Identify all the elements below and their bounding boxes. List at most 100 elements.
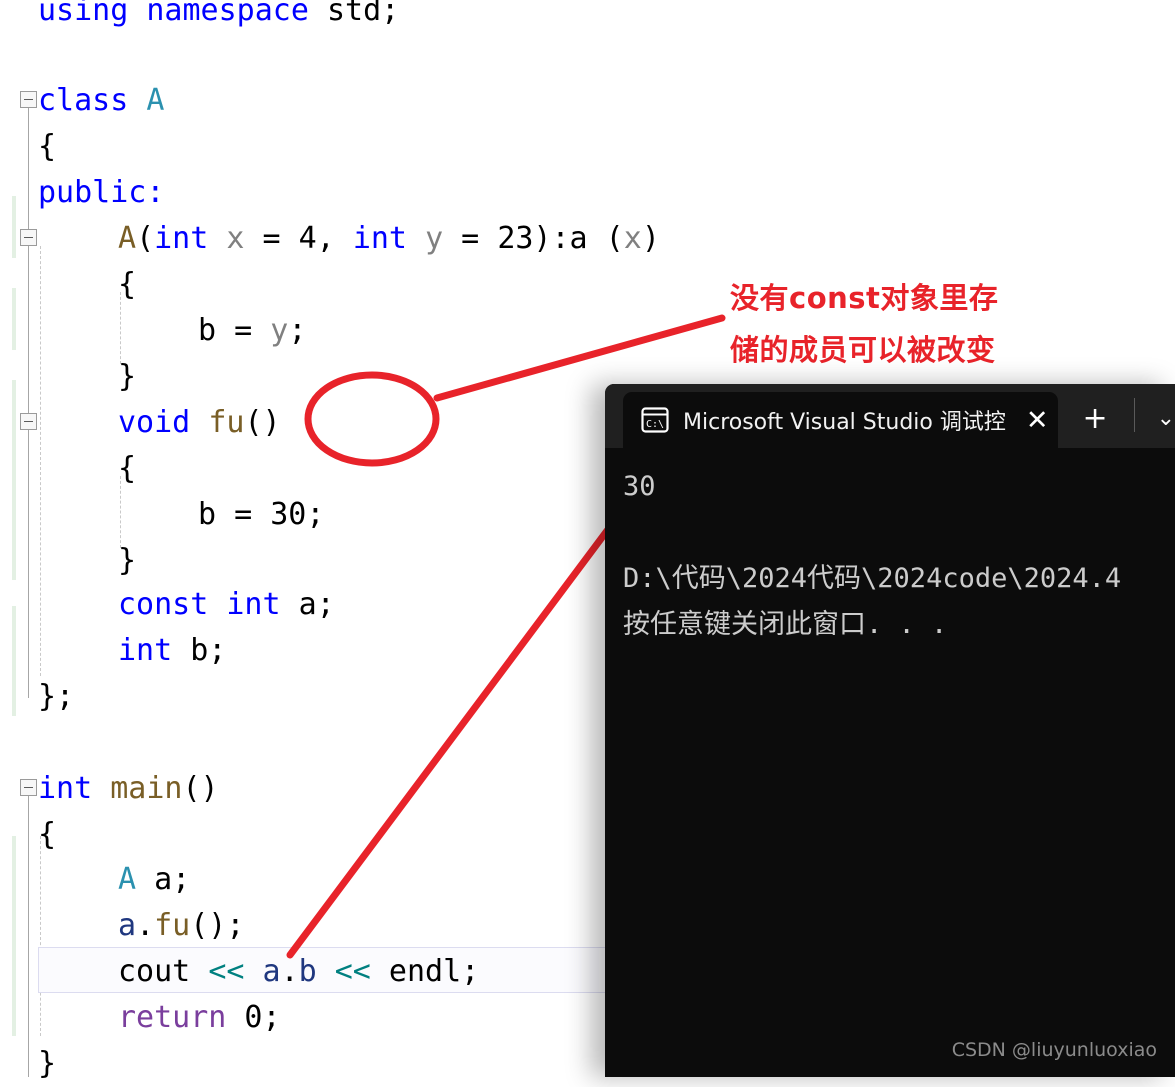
code-token: (); — [190, 908, 245, 943]
tab-bar-divider — [1133, 398, 1135, 432]
indent-guide-class-body — [40, 246, 41, 676]
code-token: int — [118, 633, 173, 668]
code-token: ; — [288, 313, 307, 348]
fold-guide-main — [28, 796, 29, 1077]
code-token: A — [146, 83, 165, 118]
code-line[interactable]: using namespace std; — [38, 0, 399, 34]
terminal-output-line: 按任意键关闭此窗口. . . — [623, 609, 948, 640]
code-token: { — [118, 267, 137, 302]
code-token: = — [443, 221, 498, 256]
code-token: int — [226, 587, 281, 622]
code-token: x — [226, 221, 245, 256]
code-token: () — [182, 771, 219, 806]
command-prompt-icon: C:\ — [641, 407, 669, 433]
code-token: y — [425, 221, 444, 256]
code-token: b — [298, 954, 317, 989]
code-token: { — [38, 817, 57, 852]
change-bar — [12, 288, 16, 350]
code-token: } — [118, 359, 137, 394]
terminal-tab[interactable]: C:\ Microsoft Visual Studio 调试控 ✕ — [623, 392, 1059, 448]
annotation-line-2: 储的成员可以被改变 — [730, 333, 996, 367]
code-token: }; — [38, 679, 75, 714]
code-line[interactable]: } — [118, 538, 136, 584]
fold-marker-constructor[interactable] — [20, 229, 37, 246]
code-token: fu — [208, 405, 245, 440]
watermark: CSDN @liuyunluoxiao — [951, 1039, 1157, 1061]
change-bar — [12, 380, 16, 580]
code-line[interactable]: } — [118, 354, 136, 400]
code-token: . — [280, 954, 299, 989]
code-token: x — [623, 221, 642, 256]
new-tab-button[interactable]: + — [1082, 404, 1107, 434]
code-line[interactable]: { — [118, 262, 136, 308]
code-token: ) — [641, 221, 660, 256]
code-token: public: — [38, 175, 165, 210]
code-token: void — [118, 405, 191, 440]
code-token: a; — [280, 587, 335, 622]
code-token: using — [38, 0, 129, 28]
code-line[interactable]: { — [38, 124, 56, 170]
code-line[interactable]: void fu() — [118, 400, 281, 446]
terminal-output-line: D:\代码\2024代码\2024code\2024.4 — [623, 563, 1122, 594]
code-line[interactable]: cout << a.b << endl; — [118, 949, 479, 995]
code-line[interactable]: A a; — [118, 857, 190, 903]
fold-marker-main[interactable] — [20, 779, 37, 796]
code-token: int — [38, 771, 93, 806]
code-token: b = — [198, 313, 271, 348]
code-token: main — [110, 771, 183, 806]
terminal-window[interactable]: C:\ Microsoft Visual Studio 调试控 ✕ + ⌄ 30… — [605, 384, 1175, 1077]
change-bar — [12, 196, 16, 258]
code-token: const — [118, 587, 209, 622]
code-line[interactable]: public: — [38, 170, 164, 216]
code-line[interactable]: int b; — [118, 628, 226, 674]
code-token: { — [38, 129, 57, 164]
code-token: = — [244, 221, 299, 256]
terminal-tab-bar[interactable]: C:\ Microsoft Visual Studio 调试控 ✕ + ⌄ — [605, 384, 1175, 448]
code-line[interactable]: class A — [38, 78, 164, 124]
svg-text:C:\: C:\ — [646, 419, 664, 430]
code-token: A — [118, 862, 137, 897]
code-token: . — [136, 908, 155, 943]
annotation-text: 没有const对象里存 储的成员可以被改变 — [730, 272, 1060, 376]
code-line[interactable]: }; — [38, 674, 74, 720]
terminal-output[interactable]: 30 D:\代码\2024代码\2024code\2024.4 按任意键关闭此窗口… — [605, 448, 1175, 648]
code-token: << — [208, 954, 245, 989]
code-line[interactable]: b = y; — [198, 308, 306, 354]
code-line[interactable]: b = 30; — [198, 492, 324, 538]
chevron-down-icon[interactable]: ⌄ — [1157, 408, 1175, 430]
code-token: y — [270, 313, 289, 348]
code-token: () — [244, 405, 281, 440]
code-line[interactable]: } — [38, 1041, 56, 1087]
change-bar — [12, 836, 16, 1036]
code-token: } — [38, 1046, 57, 1081]
code-token: a; — [136, 862, 191, 897]
code-line[interactable]: int main() — [38, 766, 219, 812]
fold-marker-fu[interactable] — [20, 413, 37, 430]
code-line[interactable]: a.fu(); — [118, 903, 244, 949]
close-icon[interactable]: ✕ — [1026, 407, 1049, 434]
code-line[interactable]: { — [118, 446, 136, 492]
code-token: 23):a ( — [497, 221, 624, 256]
code-line[interactable]: { — [38, 812, 56, 858]
code-line[interactable]: return 0; — [118, 995, 281, 1041]
code-token: int — [352, 221, 407, 256]
code-token: class — [38, 83, 129, 118]
fold-marker-class-a[interactable] — [20, 91, 37, 108]
code-token: return — [118, 1000, 227, 1035]
code-token: { — [118, 451, 137, 486]
code-token: std; — [327, 0, 400, 28]
code-token: cout — [118, 954, 209, 989]
code-token: b = 30; — [198, 497, 325, 532]
terminal-tab-title: Microsoft Visual Studio 调试控 — [683, 410, 1006, 435]
code-token: ( — [136, 221, 155, 256]
code-line[interactable]: A(int x = 4, int y = 23):a (x) — [118, 216, 660, 262]
code-line[interactable]: const int a; — [118, 582, 335, 628]
